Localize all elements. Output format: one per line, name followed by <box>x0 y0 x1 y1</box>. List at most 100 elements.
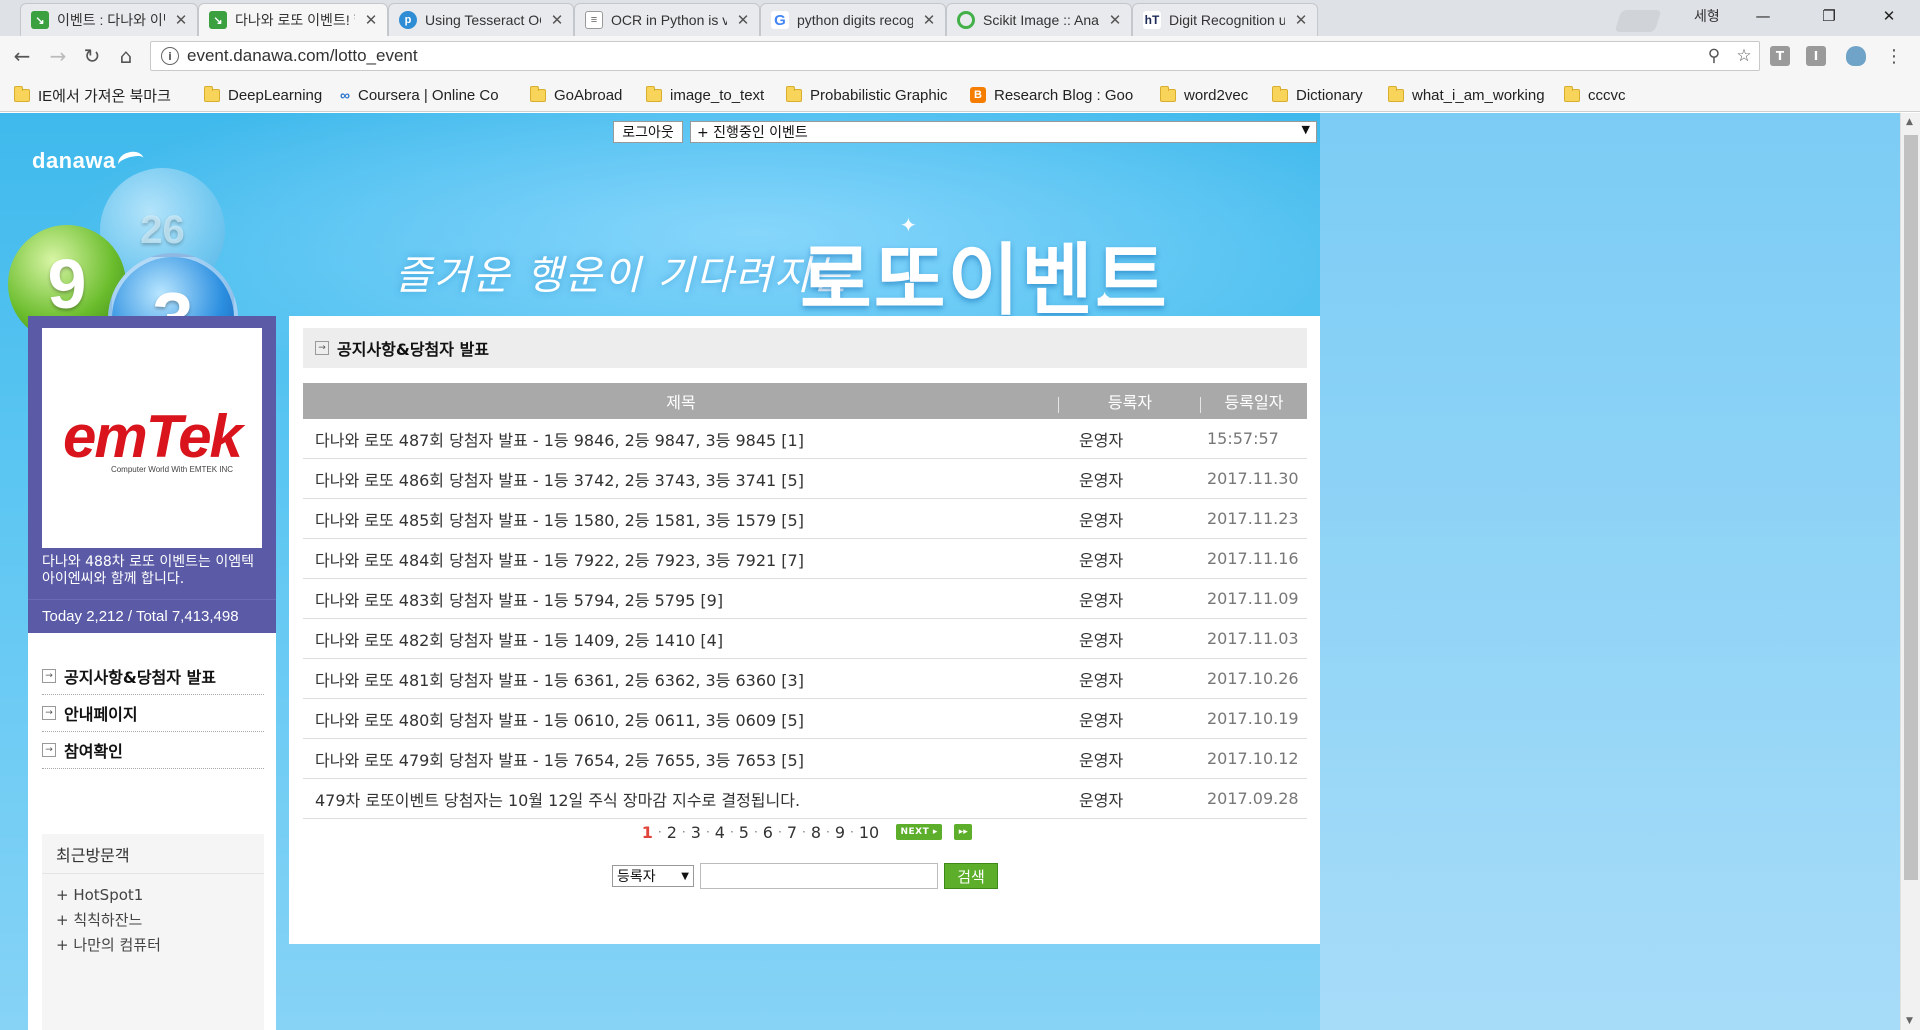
page-scrollbar[interactable]: ▲ ▼ <box>1900 113 1920 1030</box>
recent-visitor-item[interactable]: + 칙칙하잔느 <box>42 907 264 932</box>
row-author: 운영자 <box>1079 710 1124 730</box>
scrollbar-thumb[interactable] <box>1904 135 1918 880</box>
restore-icon[interactable]: ❐ <box>1806 0 1852 32</box>
row-title-link[interactable]: 479차 로또이벤트 당첨자는 10월 12일 주식 장마감 지수로 결정됩니다… <box>303 787 1059 811</box>
bookmark-cccvc[interactable]: cccvc <box>1564 84 1654 106</box>
table-row[interactable]: 다나와 로또 484회 당첨자 발표 - 1등 7922, 2등 7923, 3… <box>303 539 1307 579</box>
bookmark-word2vec[interactable]: word2vec <box>1160 84 1260 106</box>
bookmark-coursera[interactable]: ∞ Coursera | Online Co <box>340 84 510 106</box>
bookmark-ie[interactable]: IE에서 가져온 북마크 <box>14 84 194 106</box>
page-link[interactable]: 2 <box>662 823 682 842</box>
event-select[interactable]: + 진행중인 이벤트 ▼ <box>690 121 1317 143</box>
info-icon[interactable]: i <box>161 47 179 65</box>
scroll-down-icon[interactable]: ▼ <box>1906 1016 1913 1026</box>
row-title-link[interactable]: 다나와 로또 484회 당첨자 발표 - 1등 7922, 2등 7923, 3… <box>303 547 1059 571</box>
search-input[interactable] <box>700 863 938 889</box>
last-page-icon[interactable]: ▸▸ <box>954 824 973 840</box>
browser-toolbar: ← → ↻ ⌂ i event.danawa.com/lotto_event ⚲… <box>0 36 1920 76</box>
recent-visitor-item[interactable]: + HotSpot1 <box>42 882 264 907</box>
row-title-link[interactable]: 다나와 로또 483회 당첨자 발표 - 1등 5794, 2등 5795 [9… <box>303 587 1059 611</box>
bookmark-dictionary[interactable]: Dictionary <box>1272 84 1382 106</box>
address-bar[interactable]: i event.danawa.com/lotto_event ⚲ ☆ <box>150 41 1760 71</box>
side-menu-notice[interactable]: → 공지사항&당첨자 발표 <box>42 658 264 695</box>
page-link[interactable]: 5 <box>734 823 754 842</box>
bookmark-research-blog[interactable]: B Research Blog : Goo <box>970 84 1140 106</box>
table-row[interactable]: 다나와 로또 483회 당첨자 발표 - 1등 5794, 2등 5795 [9… <box>303 579 1307 619</box>
menu-icon[interactable]: ⋮ <box>1880 42 1908 70</box>
star-icon[interactable]: ☆ <box>1729 46 1759 66</box>
row-title-link[interactable]: 다나와 로또 480회 당첨자 발표 - 1등 0610, 2등 0611, 3… <box>303 707 1059 731</box>
danawa-logo[interactable]: danawa <box>32 148 116 174</box>
close-icon[interactable]: ✕ <box>363 11 379 29</box>
scroll-up-icon[interactable]: ▲ <box>1906 117 1913 127</box>
address-url[interactable]: event.danawa.com/lotto_event <box>187 46 1699 66</box>
table-row[interactable]: 479차 로또이벤트 당첨자는 10월 12일 주식 장마감 지수로 결정됩니다… <box>303 779 1307 819</box>
tab-title: python digits recogniti <box>797 12 913 28</box>
tab-lotto-event[interactable]: ↘ 다나와 로또 이벤트! 행 ✕ <box>198 3 388 36</box>
side-menu-guide[interactable]: → 안내페이지 <box>42 695 264 732</box>
search-button[interactable]: 검색 <box>944 863 998 889</box>
page-link[interactable]: 10 <box>854 823 884 842</box>
home-icon[interactable]: ⌂ <box>112 42 140 70</box>
tab-digit-recognition[interactable]: hT Digit Recognition usin ✕ <box>1132 3 1318 36</box>
bookmark-probabilistic[interactable]: Probabilistic Graphic <box>786 84 956 106</box>
forward-icon[interactable]: → <box>44 42 72 70</box>
extension-mouse-icon[interactable] <box>1846 46 1866 66</box>
table-row[interactable]: 다나와 로또 479회 당첨자 발표 - 1등 7654, 2등 7655, 3… <box>303 739 1307 779</box>
row-title-link[interactable]: 다나와 로또 487회 당첨자 발표 - 1등 9846, 2등 9847, 3… <box>303 427 1059 451</box>
sponsor-logo-box[interactable]: emTek Computer World With EMTEK INC <box>42 328 262 548</box>
page-link[interactable]: 7 <box>782 823 802 842</box>
table-row[interactable]: 다나와 로또 482회 당첨자 발표 - 1등 1409, 2등 1410 [4… <box>303 619 1307 659</box>
page-link[interactable]: 1 <box>637 823 658 842</box>
blogger-icon: B <box>970 87 986 103</box>
side-menu-check[interactable]: → 참여확인 <box>42 732 264 769</box>
row-title-link[interactable]: 다나와 로또 481회 당첨자 발표 - 1등 6361, 2등 6362, 3… <box>303 667 1059 691</box>
next-button[interactable]: NEXT ▸ <box>896 824 943 840</box>
page-link[interactable]: 4 <box>710 823 730 842</box>
search-field-select[interactable]: 등록자 ▼ <box>612 865 694 887</box>
close-icon[interactable]: ✕ <box>735 11 751 29</box>
page-link[interactable]: 6 <box>758 823 778 842</box>
table-row[interactable]: 다나와 로또 481회 당첨자 발표 - 1등 6361, 2등 6362, 3… <box>303 659 1307 699</box>
row-title-link[interactable]: 다나와 로또 479회 당첨자 발표 - 1등 7654, 2등 7655, 3… <box>303 747 1059 771</box>
tab-google-search[interactable]: G python digits recogniti ✕ <box>760 3 946 36</box>
table-row[interactable]: 다나와 로또 480회 당첨자 발표 - 1등 0610, 2등 0611, 3… <box>303 699 1307 739</box>
row-date: 2017.11.03 <box>1207 629 1299 648</box>
close-icon[interactable]: ✕ <box>173 11 189 29</box>
row-title-link[interactable]: 다나와 로또 485회 당첨자 발표 - 1등 1580, 2등 1581, 3… <box>303 507 1059 531</box>
page-link[interactable]: 9 <box>830 823 850 842</box>
row-title-link[interactable]: 다나와 로또 486회 당첨자 발표 - 1등 3742, 2등 3743, 3… <box>303 467 1059 491</box>
table-row[interactable]: 다나와 로또 487회 당첨자 발표 - 1등 9846, 2등 9847, 3… <box>303 419 1307 459</box>
logout-button[interactable]: 로그아웃 <box>613 121 683 143</box>
page-link[interactable]: 8 <box>806 823 826 842</box>
close-icon[interactable]: ✕ <box>921 11 937 29</box>
row-author: 운영자 <box>1079 590 1124 610</box>
extension-t-icon[interactable]: T <box>1770 46 1790 66</box>
profile-name[interactable]: 세형 <box>1694 6 1720 26</box>
row-title-link[interactable]: 다나와 로또 482회 당첨자 발표 - 1등 1409, 2등 1410 [4… <box>303 627 1059 651</box>
reload-icon[interactable]: ↻ <box>78 42 106 70</box>
tab-events[interactable]: ↘ 이벤트 : 다나와 이벤트 ✕ <box>20 3 198 36</box>
close-icon[interactable]: ✕ <box>1293 11 1309 29</box>
bookmark-what-i-am-working[interactable]: what_i_am_working <box>1388 84 1552 106</box>
zoom-icon[interactable]: ⚲ <box>1699 46 1729 66</box>
minimize-icon[interactable]: — <box>1740 0 1786 32</box>
sparkle-icon: ✦ <box>900 213 917 237</box>
recent-visitor-item[interactable]: + 나만의 컴퓨터 <box>42 932 264 957</box>
close-window-icon[interactable]: ✕ <box>1866 0 1912 32</box>
new-tab-button[interactable] <box>1614 10 1662 32</box>
tab-tesseract[interactable]: p Using Tesseract OCR w ✕ <box>388 3 574 36</box>
recent-visitors-title: 최근방문객 <box>42 834 264 874</box>
close-icon[interactable]: ✕ <box>549 11 565 29</box>
table-row[interactable]: 다나와 로또 486회 당첨자 발표 - 1등 3742, 2등 3743, 3… <box>303 459 1307 499</box>
tab-scikit-image[interactable]: Scikit Image :: Anacon ✕ <box>946 3 1132 36</box>
page-link[interactable]: 3 <box>686 823 706 842</box>
close-icon[interactable]: ✕ <box>1107 11 1123 29</box>
bookmark-goabroad[interactable]: GoAbroad <box>530 84 630 106</box>
table-row[interactable]: 다나와 로또 485회 당첨자 발표 - 1등 1580, 2등 1581, 3… <box>303 499 1307 539</box>
bookmark-image-to-text[interactable]: image_to_text <box>646 84 774 106</box>
back-icon[interactable]: ← <box>8 42 36 70</box>
bookmark-deeplearning[interactable]: DeepLearning <box>204 84 328 106</box>
tab-ocr-python[interactable]: ≡ OCR in Python is very ✕ <box>574 3 760 36</box>
extension-i-icon[interactable]: I <box>1806 46 1826 66</box>
